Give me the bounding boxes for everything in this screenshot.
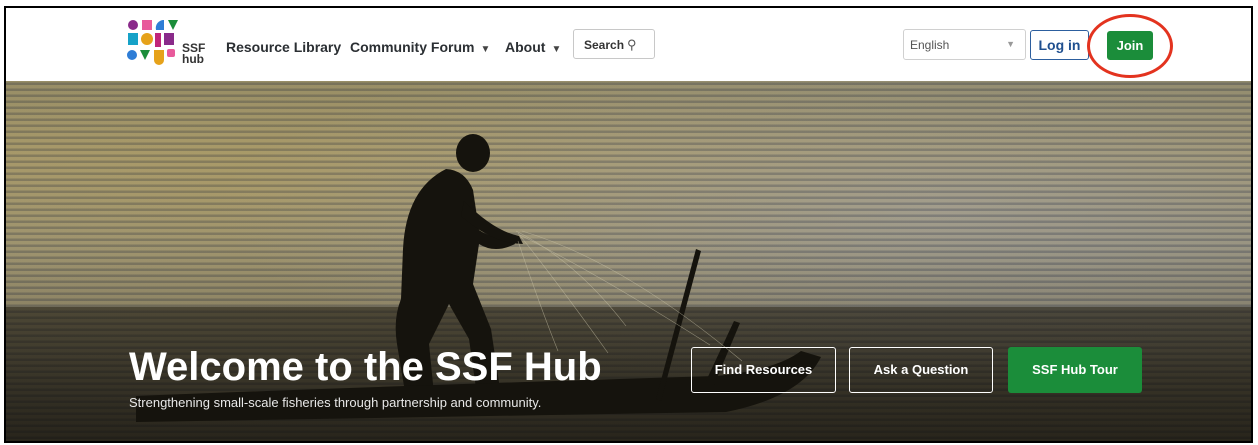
hero-title: Welcome to the SSF Hub: [129, 345, 602, 389]
site-header: SSF hub Resource Library Community Forum…: [6, 8, 1251, 82]
browser-frame: SSF hub Resource Library Community Forum…: [4, 6, 1253, 443]
login-button[interactable]: Log in: [1030, 30, 1089, 60]
nav-resource-library-label: Resource Library: [226, 39, 342, 55]
hero-subtitle: Strengthening small-scale fisheries thro…: [129, 395, 542, 410]
chevron-down-icon: ▼: [551, 44, 562, 55]
hero-banner: Welcome to the SSF Hub Strengthening sma…: [6, 81, 1251, 441]
chevron-down-icon: ▼: [480, 44, 491, 55]
find-resources-button[interactable]: Find Resources: [691, 347, 836, 393]
nav-community-forum[interactable]: Community Forum ▼: [350, 39, 490, 55]
search-button[interactable]: Search ⚲: [573, 29, 655, 59]
ssf-hub-tour-button[interactable]: SSF Hub Tour: [1008, 347, 1142, 393]
annotation-circle: [1087, 14, 1173, 78]
language-value: English: [910, 38, 950, 52]
ssf-hub-logo[interactable]: [124, 18, 180, 66]
nav-resource-library[interactable]: Resource Library: [226, 39, 341, 55]
nav-about-label: About: [505, 39, 546, 55]
ask-question-button[interactable]: Ask a Question: [849, 347, 993, 393]
logo-text-hub: hub: [182, 52, 204, 66]
nav-community-forum-label: Community Forum: [350, 39, 475, 55]
chevron-down-icon: ▼: [1006, 39, 1015, 49]
search-label: Search: [584, 38, 625, 52]
nav-about[interactable]: About ▼: [505, 39, 561, 55]
logo-text: SSF hub: [182, 42, 205, 66]
search-icon: ⚲: [627, 37, 637, 52]
language-select[interactable]: English ▼: [903, 29, 1026, 60]
